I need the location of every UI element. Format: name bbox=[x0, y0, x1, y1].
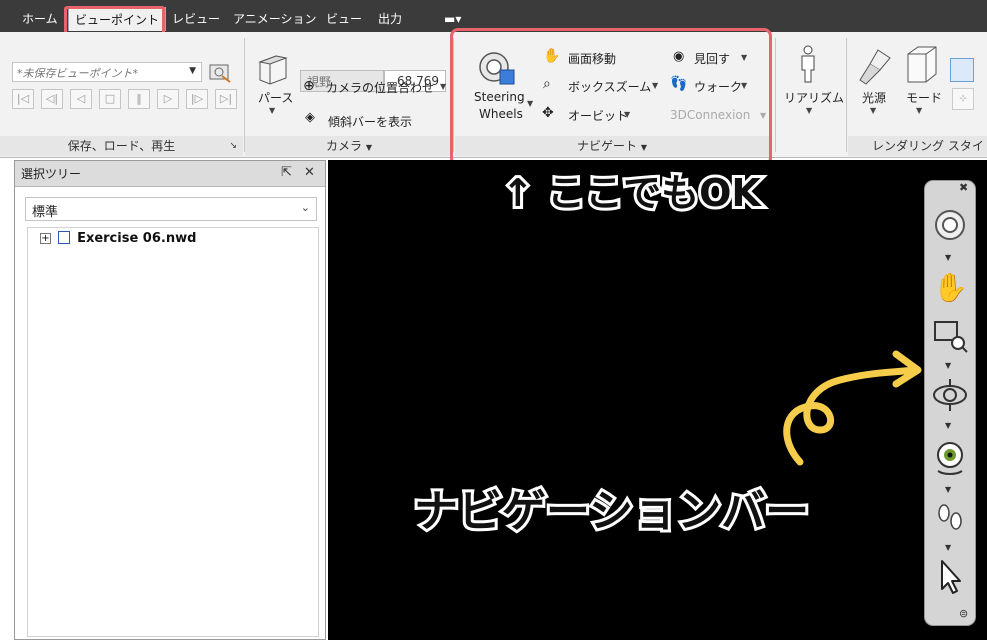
chevron-down-icon[interactable]: ▼ bbox=[945, 543, 951, 552]
look-around-eye-icon[interactable] bbox=[930, 439, 970, 475]
callout-here-ok-text: ↑ ここでもOK bbox=[502, 171, 762, 215]
close-icon[interactable]: ✖ bbox=[959, 181, 968, 194]
tree-list: + Exercise 06.nwd bbox=[27, 227, 319, 637]
align-camera-button[interactable]: カメラの位置合わせ bbox=[326, 79, 434, 96]
callout-here-ok: ↑ ここでもOK bbox=[499, 168, 765, 218]
show-tilt-bar-button[interactable]: 傾斜バーを表示 bbox=[328, 113, 412, 130]
pin-icon[interactable]: ⇱ bbox=[281, 165, 292, 180]
light-button[interactable]: 光源 bbox=[862, 89, 886, 106]
chevron-down-icon[interactable]: ▼ bbox=[806, 106, 812, 115]
save-viewpoint-icon[interactable] bbox=[208, 60, 232, 84]
chevron-down-icon[interactable]: ▼ bbox=[269, 106, 275, 115]
selection-tree-title: 選択ツリー bbox=[21, 167, 82, 181]
panel-separator bbox=[775, 38, 776, 152]
perspective-icon[interactable] bbox=[254, 48, 290, 88]
steering-wheel-icon[interactable] bbox=[930, 207, 970, 243]
panel-launcher-icon[interactable]: ↘ bbox=[229, 136, 237, 156]
chevron-down-icon[interactable]: ▼ bbox=[945, 361, 951, 370]
tree-node-file[interactable]: + Exercise 06.nwd bbox=[40, 231, 196, 246]
callout-navbar-label-text: ナビゲーションバー bbox=[414, 486, 809, 537]
walk-footsteps-icon[interactable] bbox=[930, 499, 970, 535]
render-style-icon[interactable] bbox=[950, 58, 974, 82]
panel-separator bbox=[846, 38, 847, 152]
tab-review[interactable]: レビュー bbox=[166, 7, 226, 31]
customize-navbar-icon[interactable]: ⊜ bbox=[959, 607, 968, 620]
zoom-box-icon[interactable] bbox=[930, 317, 970, 353]
mode-button[interactable]: モード bbox=[906, 89, 942, 106]
chevron-down-icon[interactable]: ▼ bbox=[945, 421, 951, 430]
tree-mode-select-value: 標準 bbox=[32, 205, 59, 220]
callout-navbar-label: ナビゲーションバー bbox=[411, 483, 812, 540]
close-icon[interactable]: ✕ bbox=[304, 165, 315, 180]
realism-button[interactable]: リアリズム bbox=[784, 89, 844, 106]
pause-icon[interactable]: ‖ bbox=[128, 89, 150, 109]
align-camera-icon: ⊕ bbox=[303, 78, 315, 94]
highlight-navigate-panel bbox=[450, 28, 772, 166]
tab-animation[interactable]: アニメーション bbox=[227, 7, 323, 31]
play-backward-icon[interactable]: ◁ bbox=[70, 89, 92, 109]
pan-hand-icon[interactable]: ✋ bbox=[933, 271, 968, 304]
panel-separator bbox=[244, 38, 245, 152]
curly-arrow-icon bbox=[783, 350, 922, 466]
render-panel-title[interactable]: レンダリング スタイ bbox=[848, 136, 987, 156]
stop-icon[interactable]: □ bbox=[99, 89, 121, 109]
next-frame-icon[interactable]: |▷ bbox=[186, 89, 208, 109]
last-frame-icon[interactable]: ▷| bbox=[215, 89, 237, 109]
tree-mode-select[interactable]: 標準 ⌄ bbox=[25, 197, 317, 221]
perspective-label: パース bbox=[258, 91, 294, 105]
file-icon bbox=[57, 231, 70, 244]
chevron-down-icon[interactable]: ▼ bbox=[870, 106, 876, 115]
expand-icon[interactable]: + bbox=[40, 233, 51, 244]
mode-cube-icon[interactable] bbox=[904, 44, 940, 86]
orbit-icon[interactable] bbox=[930, 377, 970, 413]
navigation-bar: ✖ ▼ ✋ ▼ ▼ ▼ ▼ ⊜ bbox=[924, 180, 976, 626]
tab-home[interactable]: ホーム bbox=[16, 7, 64, 31]
viewpoint-select-value: *未保存ビューポイント* bbox=[17, 67, 138, 80]
chevron-down-icon[interactable]: ▼ bbox=[945, 485, 951, 494]
camera-panel-title[interactable]: カメラ ▼ bbox=[245, 136, 453, 156]
light-flashlight-icon[interactable] bbox=[856, 46, 894, 86]
first-frame-icon[interactable]: |◁ bbox=[12, 89, 34, 109]
chevron-down-icon[interactable]: ▼ bbox=[916, 106, 922, 115]
save-panel-title-text: 保存、ロード、再生 bbox=[67, 139, 176, 153]
selection-tree-pane: 選択ツリー ⇱ ✕ 標準 ⌄ + Exercise 06.nwd bbox=[14, 160, 326, 640]
realism-person-icon[interactable] bbox=[796, 44, 820, 84]
tab-view[interactable]: ビュー bbox=[320, 7, 368, 31]
tree-node-label: Exercise 06.nwd bbox=[77, 231, 197, 246]
chevron-down-icon[interactable]: ▼ bbox=[945, 253, 951, 262]
viewpoint-select[interactable]: *未保存ビューポイント* ▼ bbox=[12, 62, 202, 82]
chevron-down-icon: ▼ bbox=[189, 66, 196, 76]
play-icon[interactable]: ▷ bbox=[157, 89, 179, 109]
chevron-down-icon: ▼ bbox=[365, 143, 372, 152]
render-style-alt-icon[interactable]: ⊹ bbox=[952, 88, 974, 110]
camera-panel-title-text: カメラ bbox=[326, 139, 363, 153]
previous-frame-icon[interactable]: ◁| bbox=[41, 89, 63, 109]
chevron-down-icon: ⌄ bbox=[300, 201, 310, 214]
tab-output[interactable]: 出力 bbox=[372, 7, 408, 31]
chevron-down-icon[interactable]: ▼ bbox=[440, 82, 446, 91]
save-panel-title[interactable]: 保存、ロード、再生 ↘ bbox=[0, 136, 243, 156]
select-cursor-icon[interactable] bbox=[930, 559, 970, 595]
tilt-bar-icon: ◈ bbox=[305, 110, 315, 125]
selection-tree-header: 選択ツリー ⇱ ✕ bbox=[15, 161, 325, 187]
